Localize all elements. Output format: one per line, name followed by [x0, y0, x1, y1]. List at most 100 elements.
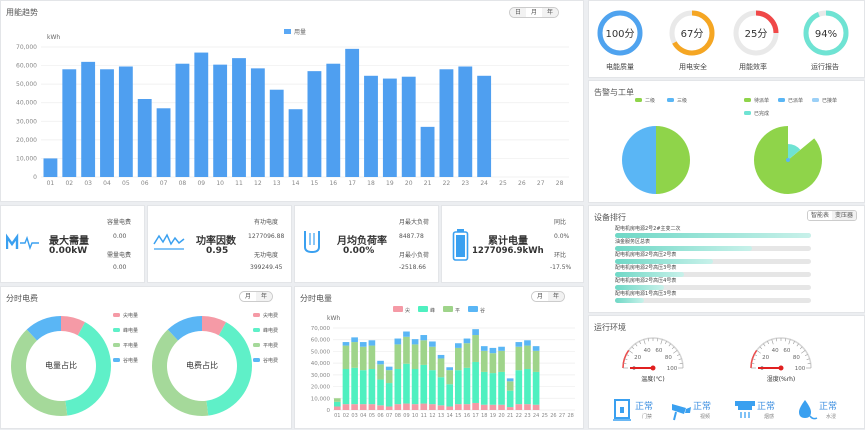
stacked-bar-segment	[507, 381, 514, 390]
stacked-bar-segment	[438, 377, 445, 405]
gauge-tick	[801, 350, 805, 353]
stacked-bar-segment	[386, 370, 393, 383]
stacked-bar-segment	[395, 369, 402, 404]
stacked-bar-segment	[533, 372, 540, 405]
bar	[477, 76, 491, 177]
stacked-bar-segment	[516, 370, 523, 404]
stacked-bar-segment	[472, 362, 479, 403]
energy-legend-swatch	[393, 306, 403, 312]
pf-v2: 399249.45	[250, 264, 282, 271]
bar	[421, 127, 435, 177]
donut-slice	[11, 330, 67, 416]
gauge-tick-label: 100	[667, 366, 678, 372]
workorder-legend-swatch	[744, 98, 751, 102]
bar	[232, 58, 246, 177]
env-item-water[interactable]: 正常 水浸	[796, 398, 856, 426]
energy-x-tick: 09	[403, 413, 409, 419]
env-item-smoke[interactable]: 正常 烟感	[734, 398, 794, 426]
energy-legend-label: 谷	[480, 307, 485, 314]
x-tick-label: 22	[443, 180, 451, 187]
ranking-row[interactable]: 配电机房电源2号高压4号表	[615, 277, 811, 290]
scores-panel: 100分67分25分94% 电能质量 用电安全 用能效率 运行报告	[588, 0, 865, 78]
stacked-bar-segment	[472, 335, 479, 362]
stacked-bar-segment	[516, 342, 523, 347]
workorder-legend-swatch	[812, 98, 819, 102]
ranking-row[interactable]: 油金服务区总表	[615, 238, 811, 251]
ranking-row[interactable]: 配电机房电源1号高压3号表	[615, 290, 811, 303]
stacked-bar-segment	[351, 404, 358, 410]
energy-legend-label: 平	[455, 308, 460, 314]
gauge-tick	[632, 347, 634, 349]
energy-chart: 尖峰平谷kWh010,00020,00030,00040,00050,00060…	[295, 287, 585, 430]
energy-panel: 分时电量 月 年 尖峰平谷kWh010,00020,00030,00040,00…	[294, 286, 584, 429]
ranking-row-label: 配电机房电源2号高压2号表	[615, 251, 811, 259]
stacked-bar-segment	[360, 370, 367, 404]
bar	[308, 71, 322, 177]
stacked-bar-segment	[334, 398, 341, 402]
energy-x-tick: 28	[567, 413, 573, 419]
stacked-bar-segment	[403, 337, 410, 364]
stacked-bar-segment	[420, 365, 427, 404]
env-name-smoke: 烟感	[764, 413, 774, 420]
gauge-tick	[789, 339, 791, 344]
x-tick-label: 13	[273, 180, 281, 187]
stacked-bar-segment	[395, 339, 402, 345]
energy-x-tick: 10	[412, 413, 418, 419]
gauge-tick-label: 40	[644, 348, 651, 354]
x-tick-label: 10	[216, 180, 224, 187]
donut-legend-swatch	[253, 358, 260, 362]
gauge-tick	[635, 344, 637, 346]
pf-l1: 有功电度	[254, 217, 278, 226]
stacked-bar-segment	[429, 370, 436, 404]
bar	[157, 108, 171, 177]
donut-legend-swatch	[113, 358, 120, 362]
bar	[44, 158, 58, 177]
pf-value: 0.95	[206, 246, 228, 256]
ranking-row[interactable]: 配电机房电源2号2#主变二次	[615, 225, 811, 238]
env-status-video: 正常	[693, 399, 711, 412]
env-name-access: 门禁	[642, 413, 652, 420]
env-item-access[interactable]: 正常 门禁	[612, 398, 672, 426]
y-tick-label: 30,000	[16, 118, 37, 125]
environment-gauges: 020406080100温度(℃)020406080100湿度(%rh)	[589, 316, 865, 398]
score-value: 94%	[815, 29, 837, 40]
x-tick-label: 17	[348, 180, 356, 187]
x-tick-label: 23	[461, 180, 469, 187]
donut-legend-label: 尖电费	[263, 312, 278, 319]
energy-legend-swatch	[443, 306, 453, 312]
energy-y-tick: 10,000	[311, 396, 331, 402]
bar	[458, 67, 472, 178]
alarm-pie-slice	[656, 126, 690, 194]
stacked-bar-segment	[334, 402, 341, 407]
bar	[345, 49, 359, 177]
env-item-video[interactable]: 正常 视频	[670, 398, 730, 426]
score-value: 100分	[605, 28, 634, 40]
stacked-bar-segment	[524, 346, 531, 369]
stacked-bar-segment	[351, 342, 358, 368]
ranking-row[interactable]: 配电机房电源2号高压2号表	[615, 251, 811, 264]
tab-transformer[interactable]: 变压器	[832, 211, 856, 220]
stacked-bar-segment	[351, 368, 358, 404]
ranking-row[interactable]: 配电机房电源2号高压3号表	[615, 264, 811, 277]
energy-x-tick: 03	[351, 413, 357, 419]
env-status-access: 正常	[635, 399, 653, 412]
stacked-bar-segment	[412, 344, 419, 369]
tab-smart-meter[interactable]: 智能表	[808, 211, 832, 220]
bar	[364, 76, 378, 177]
usage-trend-panel: 用能趋势 日 月 年 kWh用量010,00020,00030,00040,00…	[0, 0, 584, 202]
gauge-hub	[651, 366, 656, 371]
alarm-legend-label: 二级	[645, 97, 655, 104]
gauge-label: 湿度(%rh)	[767, 375, 796, 383]
water-leak-icon	[796, 398, 818, 422]
stacked-bar-segment	[386, 406, 393, 410]
energy-x-tick: 04	[360, 413, 366, 419]
stacked-bar-segment	[395, 404, 402, 410]
pf-l2: 无功电度	[254, 250, 278, 259]
gauge-label: 温度(℃)	[641, 375, 664, 383]
energy-x-tick: 16	[464, 413, 470, 419]
energy-x-tick: 15	[455, 413, 461, 419]
energy-x-tick: 25	[542, 413, 548, 419]
workorder-legend-label: 已派单	[788, 97, 803, 104]
camera-icon	[670, 398, 692, 422]
x-tick-label: 11	[235, 180, 243, 187]
